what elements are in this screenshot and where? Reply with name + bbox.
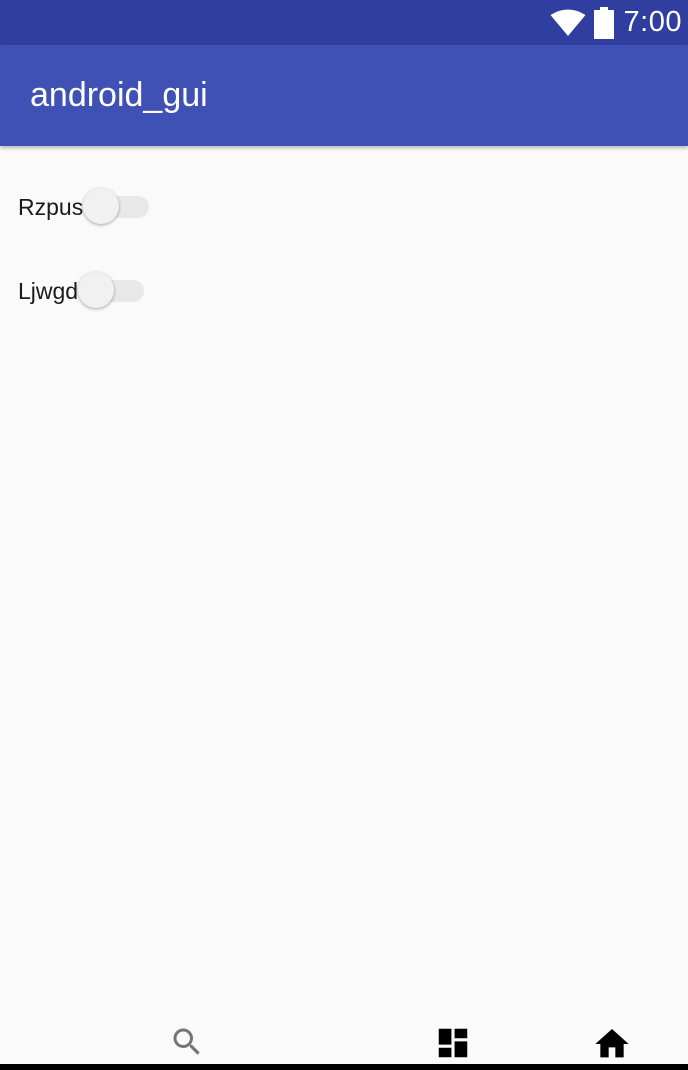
- switch-row-ljwgd: Ljwgd: [18, 269, 145, 313]
- switch-row-rzpus: Rzpus: [18, 185, 150, 229]
- switch-ljwgd[interactable]: [78, 269, 145, 313]
- bottom-navigation: [0, 1006, 688, 1064]
- wifi-icon: [550, 9, 586, 36]
- switch-thumb: [78, 272, 115, 308]
- status-bar: 7:00: [0, 0, 688, 45]
- home-icon[interactable]: [592, 1024, 632, 1064]
- main-content: Rzpus Ljwgd: [0, 146, 688, 1006]
- dashboard-icon[interactable]: [434, 1024, 472, 1062]
- bottom-edge: [0, 1064, 688, 1070]
- switch-label-rzpus: Rzpus: [18, 193, 84, 220]
- status-icons: 7:00: [550, 0, 682, 45]
- app-bar: android_gui: [0, 45, 688, 146]
- search-icon[interactable]: [169, 1024, 205, 1060]
- switch-rzpus[interactable]: [83, 185, 150, 229]
- switch-thumb: [83, 188, 120, 224]
- app-title: android_gui: [30, 76, 208, 114]
- status-time: 7:00: [623, 6, 682, 38]
- battery-icon: [593, 6, 614, 39]
- switch-label-ljwgd: Ljwgd: [18, 277, 79, 304]
